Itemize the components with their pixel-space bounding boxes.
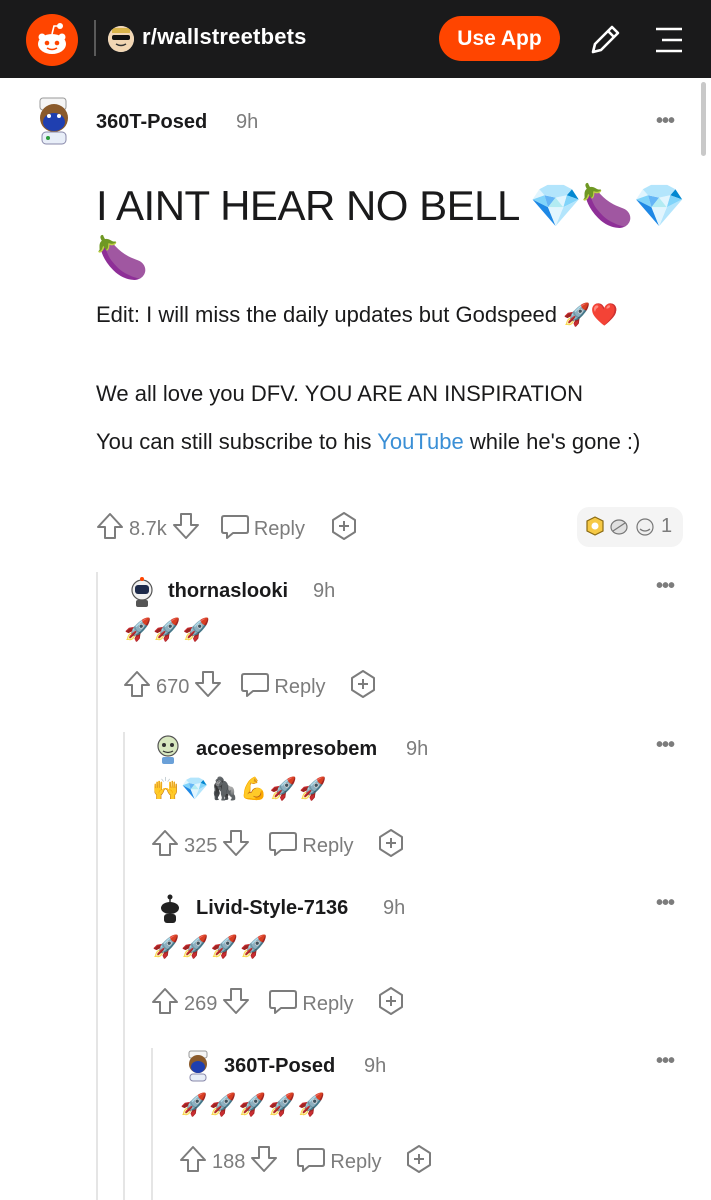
thread-line[interactable]	[96, 572, 98, 1200]
reply-button[interactable]: Reply	[302, 993, 353, 1016]
post-title: I AINT HEAR NO BELL 💎🍆💎🍆	[96, 182, 685, 281]
award-icon[interactable]	[376, 827, 406, 865]
post-edit-line: Edit: I will miss the daily updates but …	[96, 302, 618, 327]
reply-button[interactable]: Reply	[254, 518, 305, 541]
comment-actions: 670 Reply	[122, 668, 378, 706]
avatar[interactable]	[184, 1050, 212, 1082]
comment-body: 🚀🚀🚀🚀	[152, 934, 270, 959]
reply-icon[interactable]	[295, 1143, 327, 1181]
post-actions: 8.7k Reply	[95, 510, 359, 548]
post-line-3-prefix: You can still subscribe to his	[96, 429, 378, 454]
comment-author[interactable]: thornaslooki	[168, 580, 288, 603]
comment-body: 🙌💎🦍💪🚀🚀	[152, 776, 329, 801]
comment-vote-count: 188	[212, 1150, 246, 1173]
thread-line[interactable]	[123, 732, 125, 1200]
thread-line[interactable]	[151, 1048, 153, 1200]
reply-icon[interactable]	[219, 510, 251, 548]
subreddit-name[interactable]: r/wallstreetbets	[142, 24, 307, 50]
post-vote-count: 8.7k	[129, 517, 167, 540]
comment-actions: 325 Reply	[150, 827, 406, 865]
pencil-icon[interactable]	[585, 20, 625, 60]
avatar[interactable]	[34, 96, 74, 150]
avatar[interactable]	[154, 733, 182, 765]
post-line-3: You can still subscribe to his YouTube w…	[96, 426, 656, 458]
comment-time: 9h	[383, 897, 406, 919]
more-icon[interactable]: •••	[656, 892, 675, 915]
downvote-icon[interactable]	[249, 1143, 279, 1181]
avatar[interactable]	[156, 893, 184, 925]
youtube-link[interactable]: YouTube	[377, 429, 463, 454]
award-icon[interactable]	[376, 985, 406, 1023]
reply-button[interactable]: Reply	[330, 1151, 381, 1174]
post-author[interactable]: 360T-Posed	[96, 111, 207, 134]
comment-body: 🚀🚀🚀	[124, 617, 213, 642]
reply-button[interactable]: Reply	[302, 835, 353, 858]
subreddit-avatar[interactable]	[108, 26, 134, 52]
more-icon[interactable]: •••	[656, 1050, 675, 1073]
top-bar: r/wallstreetbets Use App	[0, 0, 711, 78]
downvote-icon[interactable]	[221, 985, 251, 1023]
comment-vote-count: 269	[184, 992, 218, 1015]
header-divider	[94, 20, 96, 56]
post-time: 9h	[236, 111, 259, 133]
award-icon[interactable]	[329, 510, 359, 548]
comment-actions: 188 Reply	[178, 1143, 434, 1181]
comment-time: 9h	[313, 580, 336, 602]
use-app-button[interactable]: Use App	[439, 16, 560, 61]
comment-time: 9h	[406, 738, 429, 760]
reply-icon[interactable]	[267, 827, 299, 865]
more-icon[interactable]: •••	[656, 734, 675, 757]
upvote-icon[interactable]	[150, 985, 180, 1023]
reply-button[interactable]: Reply	[274, 676, 325, 699]
award-icon[interactable]	[348, 668, 378, 706]
reply-icon[interactable]	[239, 668, 271, 706]
downvote-icon[interactable]	[171, 510, 201, 548]
scrollbar[interactable]	[701, 82, 706, 156]
upvote-icon[interactable]	[95, 510, 125, 548]
post-line-3-suffix: while he's gone :)	[463, 429, 641, 454]
post-line-2: We all love you DFV. YOU ARE AN INSPIRAT…	[96, 381, 584, 406]
award-count: 1	[661, 515, 673, 537]
reddit-logo-icon[interactable]	[26, 14, 78, 66]
comment-author[interactable]: acoesempresobem	[196, 738, 377, 761]
more-icon[interactable]: •••	[656, 110, 675, 133]
upvote-icon[interactable]	[178, 1143, 208, 1181]
comment-vote-count: 325	[184, 834, 218, 857]
menu-icon[interactable]	[648, 20, 688, 60]
downvote-icon[interactable]	[221, 827, 251, 865]
upvote-icon[interactable]	[150, 827, 180, 865]
downvote-icon[interactable]	[193, 668, 223, 706]
avatar[interactable]	[128, 576, 156, 608]
upvote-icon[interactable]	[122, 668, 152, 706]
comment-vote-count: 670	[156, 675, 190, 698]
comment-time: 9h	[364, 1055, 387, 1077]
comment-body: 🚀🚀🚀🚀🚀	[180, 1092, 327, 1117]
awards-badge[interactable]: 1	[577, 507, 683, 547]
award-icon[interactable]	[404, 1143, 434, 1181]
more-icon[interactable]: •••	[656, 575, 675, 598]
comment-author[interactable]: 360T-Posed	[224, 1055, 335, 1078]
reply-icon[interactable]	[267, 985, 299, 1023]
comment-author[interactable]: Livid-Style-7136	[196, 897, 348, 920]
comment-actions: 269 Reply	[150, 985, 406, 1023]
